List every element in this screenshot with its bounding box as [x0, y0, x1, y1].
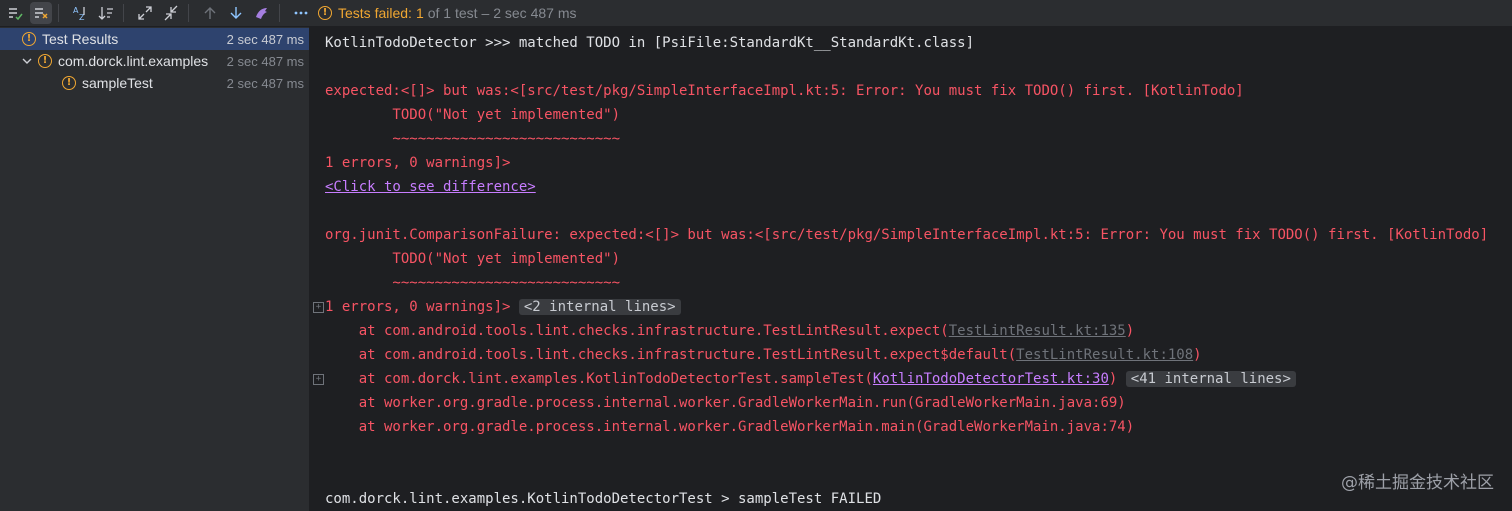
warning-icon: !: [22, 32, 36, 46]
console-line: 1 errors, 0 warnings]> <2 internal lines…: [325, 296, 681, 318]
stack-frame: at worker.org.gradle.process.internal.wo…: [325, 395, 1126, 411]
source-link[interactable]: TestLintResult.kt:108: [1016, 347, 1193, 363]
import-tests-button[interactable]: [251, 2, 273, 24]
toolbar-separator: [188, 4, 189, 22]
console-line: org.junit.ComparisonFailure: expected:<[…: [325, 227, 1489, 243]
test-status-summary: ! Tests failed: 1 of 1 test – 2 sec 487 …: [318, 5, 576, 21]
console-line: expected:<[]> but was:<[src/test/pkg/Sim…: [325, 83, 1244, 99]
source-link[interactable]: KotlinTodoDetectorTest.kt:30: [873, 371, 1109, 387]
tree-item-duration: 2 sec 487 ms: [222, 53, 304, 69]
warning-icon: !: [38, 54, 52, 68]
stack-frame-text: ): [1193, 347, 1202, 363]
tree-item-label: Test Results: [42, 31, 119, 47]
console-line: KotlinTodoDetector >>> matched TODO in […: [325, 35, 975, 51]
sort-by-duration-icon: [98, 7, 113, 20]
sort-by-duration-button[interactable]: [95, 2, 117, 24]
tree-item-duration: 2 sec 487 ms: [222, 75, 304, 91]
previous-failed-icon: [204, 7, 216, 19]
expand-icon[interactable]: +: [313, 374, 324, 385]
chevron-down-icon[interactable]: [20, 54, 34, 68]
test-tree-panel: ! Test Results 2 sec 487 ms ! com.dorck.…: [0, 27, 310, 511]
stack-frame: at com.dorck.lint.examples.KotlinTodoDet…: [325, 368, 1296, 390]
stack-frame-text: ): [1108, 371, 1118, 387]
console-text: 1 errors, 0 warnings]>: [325, 299, 511, 315]
status-prefix: Tests failed:: [338, 5, 412, 21]
previous-failed-button[interactable]: [199, 2, 221, 24]
warning-icon: !: [62, 76, 76, 90]
show-passed-button[interactable]: [4, 2, 26, 24]
stack-frame-text: at com.android.tools.lint.checks.infrast…: [325, 323, 949, 339]
next-failed-button[interactable]: [225, 2, 247, 24]
more-button[interactable]: [290, 2, 312, 24]
expand-icon[interactable]: +: [313, 302, 324, 313]
stack-frame: at worker.org.gradle.process.internal.wo…: [325, 419, 1135, 435]
show-ignored-button[interactable]: [30, 2, 52, 24]
sort-alphabetically-button[interactable]: AZ: [69, 2, 91, 24]
folded-lines-badge[interactable]: <41 internal lines>: [1125, 371, 1296, 387]
show-ignored-icon: [35, 8, 48, 19]
console-line: TODO("Not yet implemented"): [325, 251, 621, 267]
watermark: @稀土掘金技术社区: [1341, 473, 1494, 493]
tree-item-label: sampleTest: [82, 75, 153, 91]
import-tests-icon: [256, 8, 267, 19]
toolbar-separator: [123, 4, 124, 22]
tree-item-label: com.dorck.lint.examples: [58, 53, 209, 69]
failed-count: 1: [415, 5, 424, 21]
collapse-all-button[interactable]: [160, 2, 182, 24]
console-line: 1 errors, 0 warnings]>: [325, 155, 511, 171]
test-runner-toolbar: AZ ! Tests failed: 1 of 1 test – 2 sec 4…: [0, 0, 1512, 27]
warning-icon: !: [318, 6, 332, 20]
console-output[interactable]: KotlinTodoDetector >>> matched TODO in […: [310, 27, 1512, 511]
tree-item-test-results[interactable]: ! Test Results 2 sec 487 ms: [0, 28, 309, 50]
click-to-see-difference-link[interactable]: <Click to see difference>: [325, 176, 536, 198]
tree-item-duration: 2 sec 487 ms: [222, 31, 304, 47]
toolbar-separator: [279, 4, 280, 22]
next-failed-icon: [230, 7, 242, 19]
sort-alphabetically-icon: AZ: [73, 6, 85, 21]
collapse-all-icon: [164, 5, 178, 21]
tree-item-package[interactable]: ! com.dorck.lint.examples 2 sec 487 ms: [0, 50, 309, 72]
source-link[interactable]: TestLintResult.kt:135: [949, 323, 1126, 339]
stack-frame-text: at com.android.tools.lint.checks.infrast…: [325, 347, 1017, 363]
toolbar-separator: [58, 4, 59, 22]
expand-all-button[interactable]: [134, 2, 156, 24]
console-line: ~~~~~~~~~~~~~~~~~~~~~~~~~~~: [325, 275, 621, 291]
more-icon: [294, 11, 308, 15]
tree-item-sample-test[interactable]: ! sampleTest 2 sec 487 ms: [0, 72, 309, 94]
stack-frame: at com.android.tools.lint.checks.infrast…: [325, 320, 1134, 342]
stack-frame: at com.android.tools.lint.checks.infrast…: [325, 344, 1202, 366]
total-tests: of 1 test: [427, 5, 478, 21]
console-line: com.dorck.lint.examples.KotlinTodoDetect…: [325, 491, 882, 507]
stack-frame-text: at com.dorck.lint.examples.KotlinTodoDet…: [325, 371, 873, 387]
folded-lines-badge[interactable]: <2 internal lines>: [518, 299, 681, 315]
show-passed-icon: [9, 8, 23, 21]
total-duration: – 2 sec 487 ms: [481, 5, 577, 21]
console-line: ~~~~~~~~~~~~~~~~~~~~~~~~~~~: [325, 131, 621, 147]
console-line: TODO("Not yet implemented"): [325, 107, 621, 123]
expand-all-icon: [138, 6, 152, 20]
stack-frame-text: ): [1125, 323, 1135, 339]
